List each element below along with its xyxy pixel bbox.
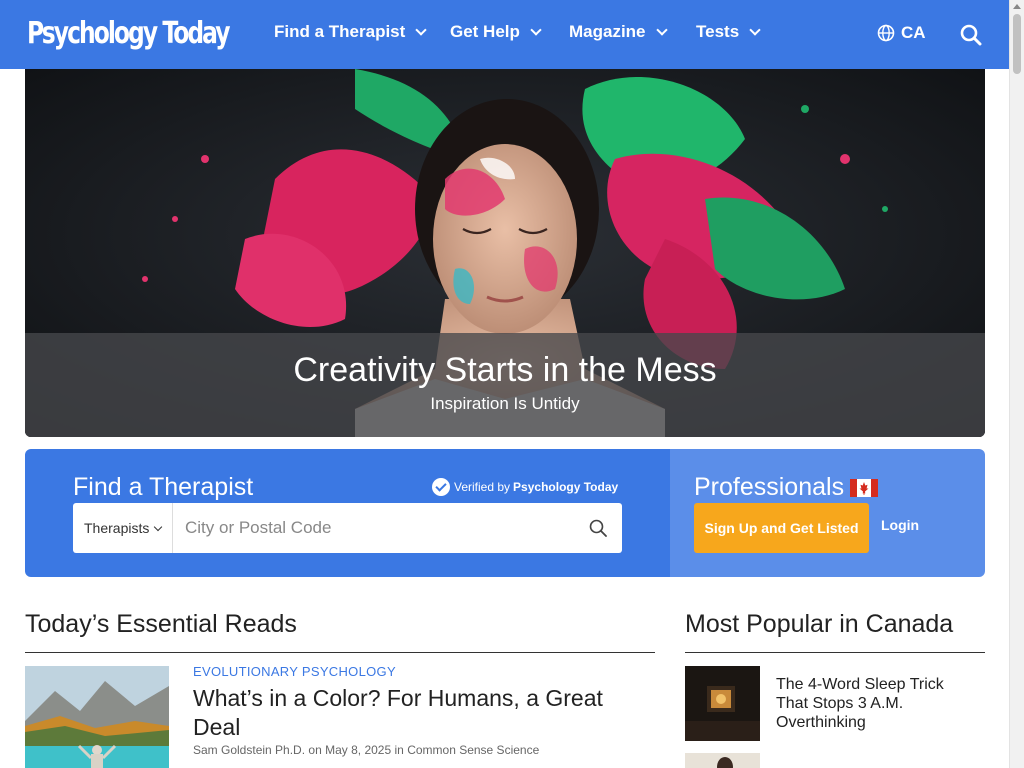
therapist-search-box: Therapists xyxy=(73,503,622,553)
nav-label: Tests xyxy=(696,22,740,41)
region-selector[interactable]: CA xyxy=(877,23,926,43)
finder-title: Find a Therapist xyxy=(73,473,254,501)
check-circle-icon xyxy=(432,478,450,496)
professionals-panel: Professionals Sign Up and Get Listed Log… xyxy=(670,449,985,577)
chevron-down-icon xyxy=(154,522,163,531)
nav-label: Get Help xyxy=(450,22,520,41)
article-byline: Sam Goldstein Ph.D. on May 8, 2025 in Co… xyxy=(193,743,539,757)
search-icon[interactable] xyxy=(960,24,982,46)
article-thumbnail[interactable] xyxy=(25,666,169,768)
chevron-down-icon xyxy=(530,24,542,36)
hero-caption: Creativity Starts in the Mess Inspiratio… xyxy=(25,333,985,437)
top-nav-bar: Psychology Today Find a Therapist Get He… xyxy=(0,0,1009,69)
chevron-down-icon xyxy=(749,24,761,36)
popular-image xyxy=(685,753,760,768)
article-image xyxy=(25,666,169,768)
nav-get-help[interactable]: Get Help xyxy=(450,22,542,42)
nav-find-therapist[interactable]: Find a Therapist xyxy=(274,22,427,42)
hero-banner[interactable]: Creativity Starts in the Mess Inspiratio… xyxy=(25,69,985,437)
scroll-thumb[interactable] xyxy=(1013,14,1021,74)
verified-prefix: Verified by xyxy=(454,480,511,494)
popular-image xyxy=(685,666,760,741)
site-logo[interactable]: Psychology Today xyxy=(27,14,231,54)
verified-brand: Psychology Today xyxy=(513,480,619,494)
section-divider xyxy=(25,652,655,653)
essential-reads-heading: Today’s Essential Reads xyxy=(25,610,297,638)
nav-label: Find a Therapist xyxy=(274,22,406,41)
article-author[interactable]: Sam Goldstein Ph.D. xyxy=(193,743,305,757)
nav-magazine[interactable]: Magazine xyxy=(569,22,668,42)
hero-title[interactable]: Creativity Starts in the Mess xyxy=(25,351,985,390)
page-scrollbar[interactable] xyxy=(1009,0,1024,768)
article-blog[interactable]: Common Sense Science xyxy=(407,743,539,757)
article-date: May 8, 2025 xyxy=(325,743,392,757)
signup-button[interactable]: Sign Up and Get Listed xyxy=(694,503,869,553)
popular-thumbnail[interactable] xyxy=(685,666,760,741)
hero-subtitle: Inspiration Is Untidy xyxy=(430,394,580,413)
scroll-up-arrow-icon[interactable] xyxy=(1013,4,1021,9)
article-title[interactable]: What’s in a Color? For Humans, a Great D… xyxy=(193,684,633,742)
provider-type-select[interactable]: Therapists xyxy=(73,503,173,553)
popular-thumbnail[interactable] xyxy=(685,753,760,768)
section-divider xyxy=(685,652,985,653)
article-category[interactable]: EVOLUTIONARY PSYCHOLOGY xyxy=(193,664,396,679)
canada-flag-icon xyxy=(850,478,879,497)
find-therapist-panel: Find a Therapist Verified by Psychology … xyxy=(25,449,670,577)
popular-title[interactable]: The 4-Word Sleep Trick That Stops 3 A.M.… xyxy=(776,675,976,732)
region-label: CA xyxy=(901,23,926,42)
nav-tests[interactable]: Tests xyxy=(696,22,761,42)
globe-icon xyxy=(877,24,895,42)
search-submit-button[interactable] xyxy=(574,504,622,552)
login-link[interactable]: Login xyxy=(881,517,919,533)
provider-type-value: Therapists xyxy=(84,520,150,536)
professionals-label: Professionals xyxy=(694,473,845,501)
professionals-title: Professionals xyxy=(694,473,879,502)
city-postal-input[interactable] xyxy=(173,504,574,552)
nav-label: Magazine xyxy=(569,22,646,41)
verified-badge: Verified by Psychology Today xyxy=(432,478,618,496)
search-icon xyxy=(589,519,607,537)
most-popular-heading: Most Popular in Canada xyxy=(685,610,954,638)
byline-in: in xyxy=(394,743,404,757)
chevron-down-icon xyxy=(415,24,427,36)
byline-on: on xyxy=(308,743,322,757)
chevron-down-icon xyxy=(655,24,668,36)
